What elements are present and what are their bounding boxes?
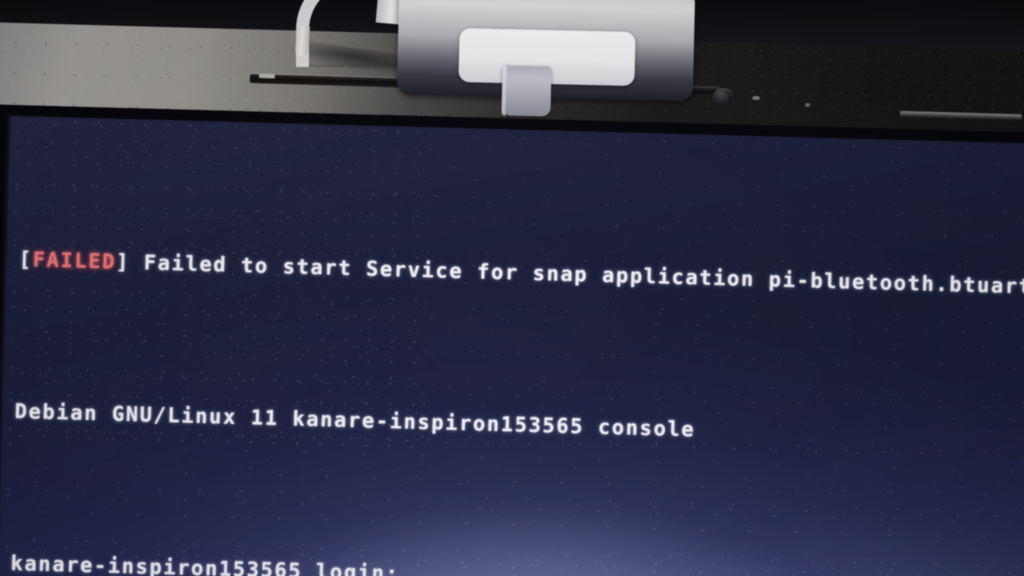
console-line-login-prompt: kanare-inspiron153565 login:: [10, 544, 1021, 576]
lcd-left-edge-shadow: [0, 115, 12, 576]
bezel-speck-one: [752, 96, 760, 100]
lcd-inner-bezel: [FAILED] Failed to start Service for sna…: [0, 104, 1024, 576]
console-failed-message: Failed to start Service for snap applica…: [129, 250, 1024, 299]
tty-console-output[interactable]: [FAILED] Failed to start Service for sna…: [7, 126, 1024, 576]
login-prompt-text: kanare-inspiron153565 login:: [10, 550, 400, 576]
bezel-screw-hole-icon: [713, 88, 734, 106]
usb-cable-tail: [294, 25, 311, 57]
webcam-clip-leg[interactable]: [501, 65, 552, 117]
bezel-vent-groove-highlight: [258, 74, 275, 79]
bezel-speck-two: [805, 103, 810, 107]
lcd-panel[interactable]: [FAILED] Failed to start Service for sna…: [0, 115, 1024, 576]
status-bracket-open: [: [18, 247, 34, 272]
console-line-banner: Debian GNU/Linux 11 kanare-inspiron15356…: [14, 399, 696, 442]
status-badge: FAILED: [32, 247, 117, 274]
laptop-lcd-assembly: [FAILED] Failed to start Service for sna…: [0, 104, 1024, 576]
status-bracket-close: ]: [115, 249, 131, 275]
console-line-failed: [FAILED] Failed to start Service for sna…: [18, 240, 1024, 305]
laptop-screen-photo: [FAILED] Failed to start Service for sna…: [0, 0, 1024, 576]
